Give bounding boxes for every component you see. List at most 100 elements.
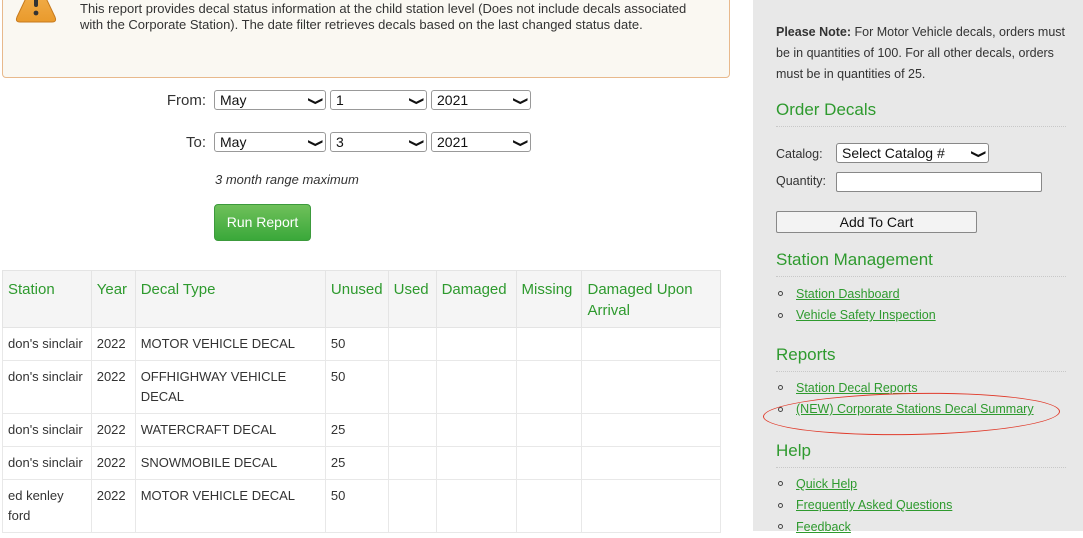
help-heading: Help (776, 441, 1066, 468)
from-month-select[interactable]: May ❯ (214, 90, 326, 110)
cell-unused: 50 (324, 360, 389, 414)
cell-used (387, 446, 437, 480)
to-label: To: (185, 133, 206, 151)
cell-damaged-upon-arrival (581, 327, 721, 361)
list-item: Feedback (776, 516, 952, 538)
from-month-value: May (220, 92, 247, 108)
column-header-damaged-upon-arrival[interactable]: Damaged Upon Arrival (581, 270, 721, 328)
column-header-decal-type[interactable]: Decal Type (134, 270, 326, 328)
cell-damaged (435, 479, 517, 533)
cell-unused: 25 (324, 446, 389, 480)
list-item: Quick Help (776, 473, 952, 495)
from-date-row: From: May ❯ 1 ❯ 2021 ❯ (140, 90, 535, 110)
faq-link[interactable]: Frequently Asked Questions (796, 498, 952, 512)
column-header-missing[interactable]: Missing (515, 270, 583, 328)
column-header-year[interactable]: Year (90, 270, 136, 328)
chevron-down-icon: ❯ (307, 96, 324, 106)
cell-damaged (435, 360, 517, 414)
info-alert: This report provides decal status inform… (2, 0, 730, 78)
to-year-select[interactable]: 2021 ❯ (431, 132, 531, 152)
cell-year: 2022 (90, 446, 136, 480)
to-date-row: To: May ❯ 3 ❯ 2021 ❯ (140, 132, 535, 152)
to-day-select[interactable]: 3 ❯ (330, 132, 427, 152)
vehicle-safety-inspection-link[interactable]: Vehicle Safety Inspection (796, 308, 936, 322)
cell-decal-type: OFFHIGHWAY VEHICLE DECAL (134, 360, 326, 414)
cell-station: ed kenley ford (2, 479, 92, 533)
order-quantity-note: Please Note: For Motor Vehicle decals, o… (776, 22, 1076, 85)
cell-unused: 50 (324, 327, 389, 361)
column-header-station[interactable]: Station (2, 270, 92, 328)
cell-decal-type: MOTOR VEHICLE DECAL (134, 327, 326, 361)
to-month-select[interactable]: May ❯ (214, 132, 326, 152)
cell-decal-type: SNOWMOBILE DECAL (134, 446, 326, 480)
cell-damaged (435, 327, 517, 361)
cell-decal-type: WATERCRAFT DECAL (134, 413, 326, 447)
list-item: Station Dashboard (776, 283, 936, 305)
quick-help-link[interactable]: Quick Help (796, 477, 857, 491)
cell-missing (515, 413, 583, 447)
cell-year: 2022 (90, 327, 136, 361)
to-year-value: 2021 (437, 134, 469, 150)
column-header-damaged[interactable]: Damaged (435, 270, 517, 328)
table-row: don's sinclair 2022 MOTOR VEHICLE DECAL 50 (2, 327, 721, 361)
catalog-select[interactable]: Select Catalog # ❯ (836, 143, 989, 163)
bullet-icon (778, 385, 783, 391)
chevron-down-icon: ❯ (970, 149, 987, 159)
catalog-label: Catalog: (776, 147, 823, 161)
add-to-cart-button[interactable]: Add To Cart (776, 211, 977, 233)
cell-damaged-upon-arrival (581, 413, 721, 447)
chevron-down-icon: ❯ (408, 96, 425, 106)
cell-used (387, 413, 437, 447)
bullet-icon (778, 481, 783, 487)
cell-damaged-upon-arrival (581, 446, 721, 480)
station-management-links: Station Dashboard Vehicle Safety Inspect… (776, 283, 936, 326)
cell-used (387, 479, 437, 533)
cell-station: don's sinclair (2, 413, 92, 447)
chevron-down-icon: ❯ (512, 138, 529, 148)
quantity-label: Quantity: (776, 174, 827, 188)
table-row: ed kenley ford 2022 MOTOR VEHICLE DECAL 50 (2, 479, 721, 533)
list-item: Frequently Asked Questions (776, 495, 952, 517)
cell-used (387, 327, 437, 361)
cell-damaged (435, 446, 517, 480)
cell-year: 2022 (90, 479, 136, 533)
station-management-heading: Station Management (776, 250, 1066, 277)
cell-missing (515, 360, 583, 414)
column-header-used[interactable]: Used (387, 270, 437, 328)
cell-station: don's sinclair (2, 446, 92, 480)
table-row: don's sinclair 2022 OFFHIGHWAY VEHICLE DEC… (2, 360, 721, 414)
cell-damaged-upon-arrival (581, 479, 721, 533)
bullet-icon (778, 291, 783, 297)
cell-station: don's sinclair (2, 327, 92, 361)
bullet-icon (778, 502, 783, 508)
from-year-select[interactable]: 2021 ❯ (431, 90, 531, 110)
run-report-button[interactable]: Run Report (214, 204, 311, 241)
cell-missing (515, 446, 583, 480)
cell-missing (515, 479, 583, 533)
order-decals-heading: Order Decals (776, 100, 1066, 127)
from-year-value: 2021 (437, 92, 469, 108)
from-label: From: (166, 91, 206, 109)
cell-damaged (435, 413, 517, 447)
cell-station: don's sinclair (2, 360, 92, 414)
reports-heading: Reports (776, 345, 1066, 372)
column-header-unused[interactable]: Unused (324, 270, 389, 328)
quantity-input[interactable] (836, 172, 1042, 192)
bullet-icon (778, 524, 783, 530)
cell-used (387, 360, 437, 414)
from-day-value: 1 (336, 92, 344, 108)
feedback-link[interactable]: Feedback (796, 520, 851, 534)
bullet-icon (778, 312, 783, 318)
from-day-select[interactable]: 1 ❯ (330, 90, 427, 110)
to-month-value: May (220, 134, 247, 150)
warning-icon (15, 0, 57, 23)
date-range-hint: 3 month range maximum (215, 172, 359, 187)
sidebar: Please Note: For Motor Vehicle decals, o… (753, 0, 1083, 534)
cell-year: 2022 (90, 360, 136, 414)
chevron-down-icon: ❯ (512, 96, 529, 106)
chevron-down-icon: ❯ (307, 138, 324, 148)
help-links: Quick Help Frequently Asked Questions Fe… (776, 473, 952, 538)
station-dashboard-link[interactable]: Station Dashboard (796, 287, 900, 301)
table-header-row: Station Year Decal Type Unused Used Dama… (2, 270, 721, 328)
cell-unused: 50 (324, 479, 389, 533)
